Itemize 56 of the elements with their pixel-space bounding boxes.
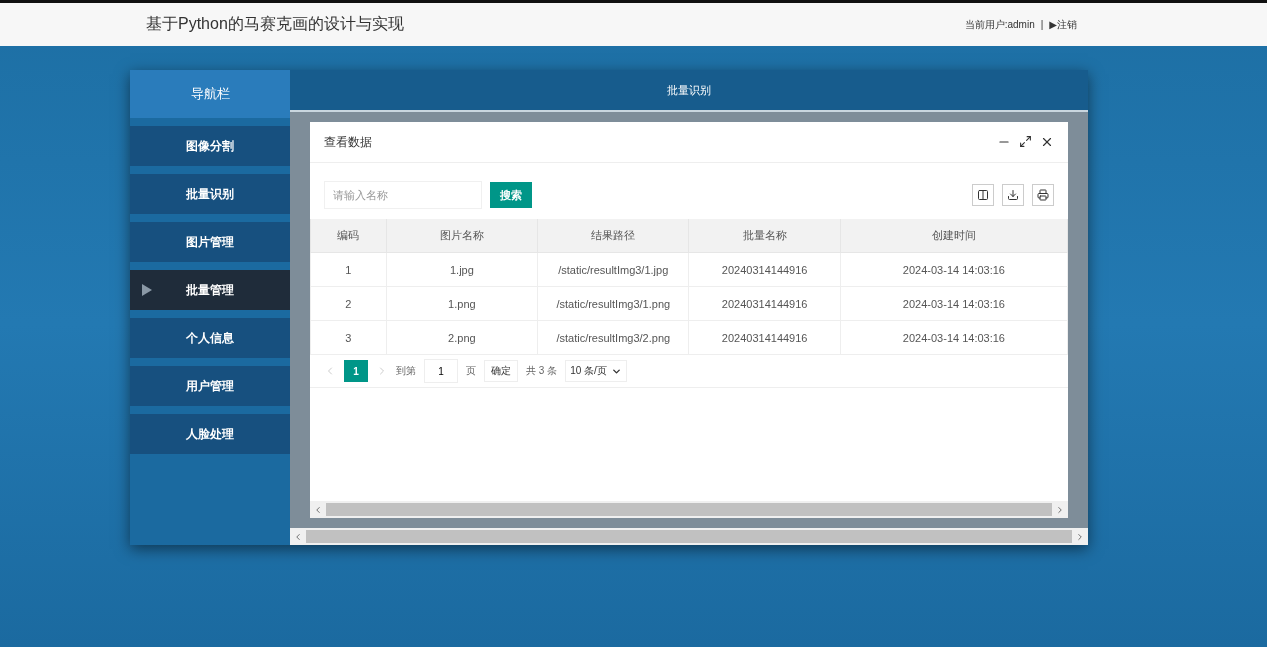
columns-button[interactable]	[972, 184, 994, 206]
nav-item[interactable]: 图片管理	[130, 222, 290, 262]
column-header: 结果路径	[537, 219, 689, 253]
page-number[interactable]: 1	[344, 360, 368, 382]
table-cell: /static/resultImg3/2.png	[537, 320, 689, 355]
sidebar-title: 导航栏	[130, 70, 290, 118]
table-cell: /static/resultImg3/1.png	[537, 286, 689, 321]
nav-item[interactable]: 批量管理	[130, 270, 290, 310]
column-header: 创建时间	[840, 219, 1068, 253]
table-cell: 20240314144916	[688, 320, 841, 355]
separator: |	[1040, 19, 1044, 30]
columns-icon	[977, 189, 989, 201]
page-title: 批量识别	[290, 70, 1088, 110]
table-cell: 20240314144916	[688, 286, 841, 321]
table-cell: 1.png	[386, 286, 538, 321]
table-cell: /static/resultImg3/1.jpg	[537, 252, 689, 287]
print-button[interactable]	[1032, 184, 1054, 206]
table-cell: 2024-03-14 14:03:16	[840, 320, 1068, 355]
logout-link[interactable]: ▶注销	[1049, 17, 1077, 32]
download-icon	[1007, 189, 1019, 201]
confirm-button[interactable]: 确定	[484, 360, 518, 382]
nav-item[interactable]: 图像分割	[130, 126, 290, 166]
table-cell: 2024-03-14 14:03:16	[840, 252, 1068, 287]
horizontal-scrollbar[interactable]	[290, 528, 1088, 545]
site-title: 基于Python的马赛克画的设计与实现	[146, 14, 404, 34]
dialog-title: 查看数据	[324, 133, 372, 151]
column-header: 图片名称	[386, 219, 538, 253]
scrollbar-thumb[interactable]	[326, 503, 1052, 516]
table-cell: 2.png	[386, 320, 538, 355]
page-size-select[interactable]: 10 条/页	[565, 360, 627, 382]
table-cell: 2024-03-14 14:03:16	[840, 286, 1068, 321]
goto-label: 到第	[396, 364, 416, 378]
total-count: 共 3 条	[526, 364, 558, 378]
search-button[interactable]: 搜索	[490, 182, 532, 208]
table-cell: 1.jpg	[386, 252, 538, 287]
maximize-icon[interactable]	[1019, 135, 1032, 148]
horizontal-scrollbar[interactable]	[310, 501, 1068, 518]
nav-item[interactable]: 用户管理	[130, 366, 290, 406]
table-cell: 3	[310, 320, 387, 355]
page-unit: 页	[466, 364, 476, 378]
page-input[interactable]: 1	[424, 359, 458, 383]
column-header: 批量名称	[688, 219, 841, 253]
printer-icon	[1037, 189, 1049, 201]
active-arrow-icon	[142, 284, 152, 296]
nav-item[interactable]: 批量识别	[130, 174, 290, 214]
export-button[interactable]	[1002, 184, 1024, 206]
close-icon[interactable]	[1040, 135, 1054, 149]
nav-item[interactable]: 个人信息	[130, 318, 290, 358]
current-user: 当前用户:admin	[964, 17, 1035, 32]
table-cell: 1	[310, 252, 387, 287]
table-cell: 20240314144916	[688, 252, 841, 287]
table-cell: 2	[310, 286, 387, 321]
column-header: 编码	[310, 219, 387, 253]
nav-item[interactable]: 人脸处理	[130, 414, 290, 454]
search-field[interactable]: 请输入名称	[324, 181, 482, 209]
scrollbar-thumb[interactable]	[306, 530, 1072, 543]
